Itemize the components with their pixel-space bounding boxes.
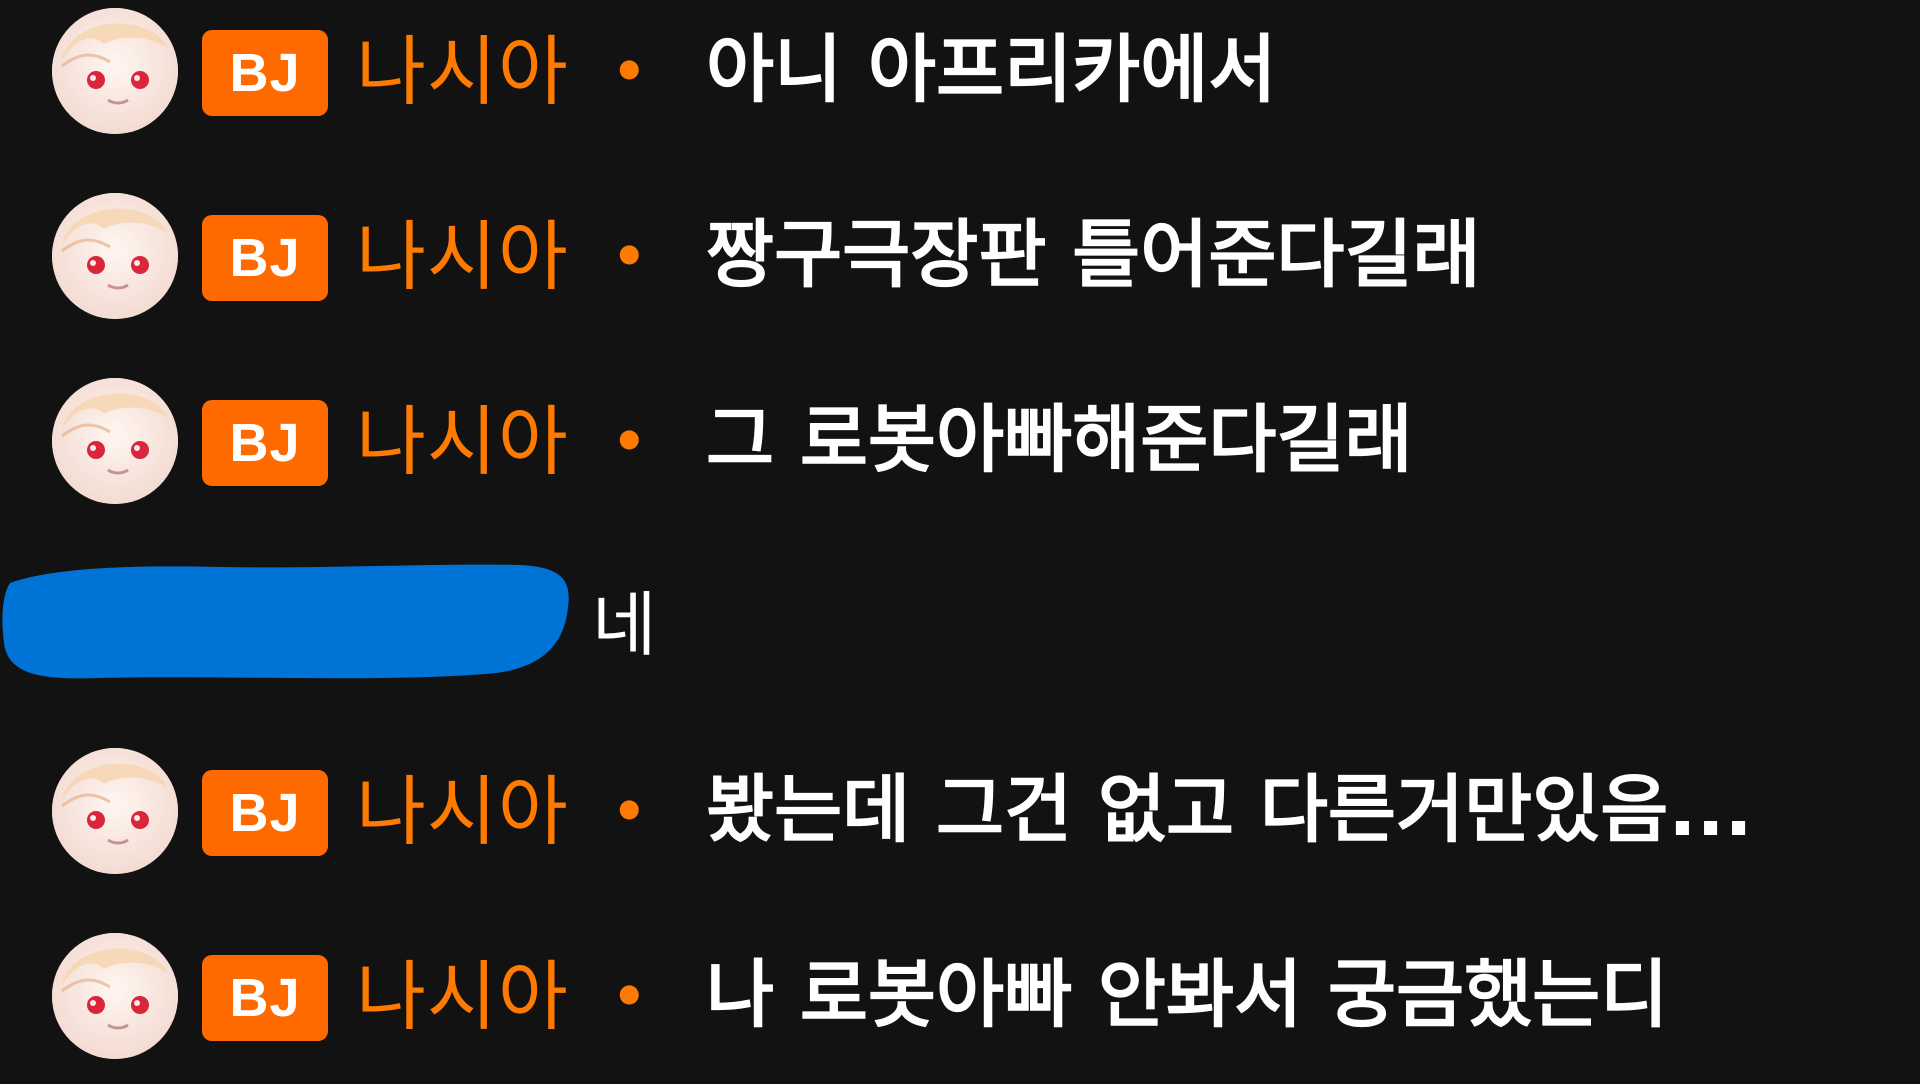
nickname[interactable]: 나시아 [356, 197, 569, 317]
anime-avatar-icon[interactable] [52, 378, 178, 504]
message-text: 짱구극장판 틀어준다길래 [706, 212, 1481, 298]
nickname-separator: • [612, 780, 647, 843]
nickname[interactable]: 나시아 [356, 12, 569, 132]
bj-badge: BJ [202, 30, 328, 116]
nickname[interactable]: 나시아 [356, 382, 569, 502]
anime-avatar-icon[interactable] [52, 8, 178, 134]
anime-avatar-icon[interactable] [52, 193, 178, 319]
chat-message-row[interactable]: BJ 나시아 • 짱구극장판 틀어준다길래 [0, 185, 1920, 319]
viewer-message-row[interactable]: 네 [0, 555, 1920, 685]
bj-badge: BJ [202, 215, 328, 301]
redacted-username [0, 555, 572, 680]
chat-message-list: BJ 나시아 • 아니 아프리카에서 BJ 나시아 • 짱구극장판 틀어준다길래… [0, 0, 1920, 1084]
message-text: 그 로봇아빠해준다길래 [706, 397, 1413, 483]
message-text: 네 [592, 584, 657, 666]
chat-message-row[interactable]: BJ 나시아 • 그 로봇아빠해준다길래 [0, 370, 1920, 504]
bj-badge: BJ [202, 770, 328, 856]
nickname-separator: • [612, 965, 647, 1028]
nickname-separator: • [612, 410, 647, 473]
nickname-separator: • [612, 225, 647, 288]
chat-message-row[interactable]: BJ 나시아 • 나 로봇아빠 안봐서 궁금했는디 [0, 925, 1920, 1059]
chat-message-row[interactable]: BJ 나시아 • 아니 아프리카에서 [0, 0, 1920, 134]
message-text: 봤는데 그건 없고 다른거만있음... [706, 767, 1753, 853]
nickname-separator: • [612, 40, 647, 103]
anime-avatar-icon[interactable] [52, 933, 178, 1059]
anime-avatar-icon[interactable] [52, 748, 178, 874]
message-text: 나 로봇아빠 안봐서 궁금했는디 [706, 952, 1669, 1038]
chat-message-row[interactable]: BJ 나시아 • 봤는데 그건 없고 다른거만있음... [0, 740, 1920, 874]
bj-badge: BJ [202, 400, 328, 486]
message-text: 아니 아프리카에서 [706, 27, 1277, 113]
nickname[interactable]: 나시아 [356, 937, 569, 1057]
nickname[interactable]: 나시아 [356, 752, 569, 872]
bj-badge: BJ [202, 955, 328, 1041]
